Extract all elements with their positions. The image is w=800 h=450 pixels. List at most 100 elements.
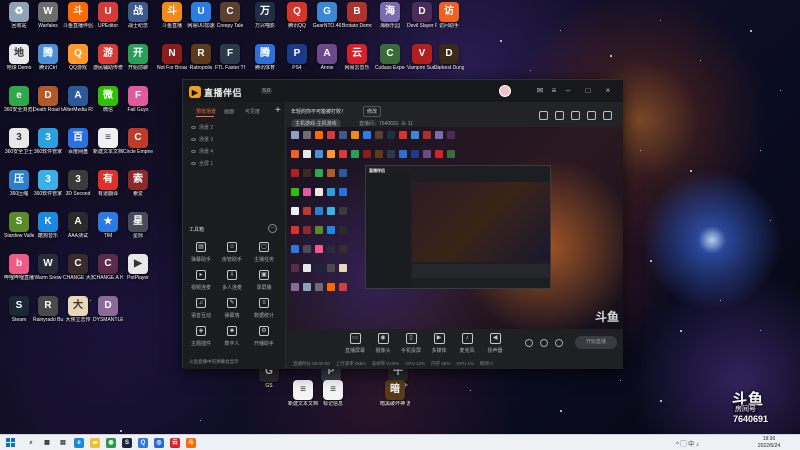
desktop-icon[interactable]: AAlterMedia RSCentral [63, 86, 93, 113]
desktop-icon[interactable]: ≡ 标记信息 [318, 380, 348, 407]
taskbar-app-icon[interactable]: ▦ [42, 438, 52, 448]
eye-icon[interactable] [191, 138, 196, 141]
desktop-icon[interactable]: 星星际 [123, 212, 153, 239]
desktop-icon[interactable]: S Stardew Valley [4, 212, 34, 239]
desktop-icon[interactable]: S Steam [4, 296, 34, 323]
system-tray[interactable]: ^ ▢ 中 ♪ [676, 439, 699, 448]
desktop-icon[interactable]: A Annie [312, 44, 342, 71]
desktop-icon[interactable]: 战战士纪念 [123, 2, 153, 29]
desktop-icon[interactable]: 3 360软件管家 [33, 170, 63, 197]
taskbar-app-icon[interactable]: ◉ [106, 438, 116, 448]
source-button[interactable]: ◀ 扬声器 [483, 333, 507, 354]
desktop-icon[interactable]: e360安全浏览器 [4, 86, 34, 113]
record-icon[interactable] [571, 111, 580, 120]
desktop-icon[interactable]: 大大侠立志传 [63, 296, 93, 323]
scene-item[interactable]: 全屏 1 [191, 159, 279, 169]
toolbox-item[interactable]: ☻ 数字人 [217, 326, 247, 347]
desktop-icon[interactable]: 压 360压缩 [4, 170, 34, 197]
desktop-icon[interactable]: 斗斗鱼直播 [157, 2, 187, 29]
help-icon[interactable] [540, 339, 548, 347]
taskbar-app-icon[interactable]: S [122, 438, 132, 448]
toolbox-item[interactable]: ▢ 主播任务 [249, 242, 279, 263]
desktop-icon[interactable]: G GearNTO.46 [312, 2, 342, 29]
desktop-icon[interactable]: D DYSMANTLE [93, 296, 123, 323]
taskbar-app-icon[interactable]: 斗 [186, 438, 196, 448]
taskbar-app-icon[interactable]: ◎ [154, 438, 164, 448]
skin-icon[interactable]: ✉ [535, 86, 545, 96]
eye-icon[interactable] [191, 162, 196, 165]
start-live-button[interactable]: 开始直播 [575, 336, 617, 349]
desktop-icon[interactable]: B Brotato Demo [342, 2, 372, 29]
toolbox-item[interactable]: ☺ 房管助手 [217, 242, 247, 263]
toolbox-item[interactable]: ⚙ 开播助手 [249, 326, 279, 347]
toolbox-item[interactable]: ♫ 语音互动 [186, 298, 216, 319]
source-button[interactable]: ♪ 麦克风 [455, 333, 479, 354]
windows-start-icon[interactable] [6, 438, 16, 448]
toolbox-item[interactable]: ▤ 弹幕助手 [186, 242, 216, 263]
desktop-icon[interactable]: ♻ 回收站 [4, 2, 34, 29]
desktop-icon[interactable]: 百百度网盘 [63, 128, 93, 155]
app-titlebar[interactable]: ▶ 直播伴侣 5.0 ✉ ≡ – □ × [183, 80, 623, 102]
desktop-icon[interactable]: 3 360软件管家 [33, 128, 63, 155]
tab-preview-scene[interactable]: 预览场景 [196, 108, 216, 115]
toolbox-item[interactable]: ▸ 视频连麦 [186, 270, 216, 291]
desktop-icon[interactable]: 访访问助手 [434, 2, 464, 29]
desktop-icon[interactable]: VVampire Survivors [407, 44, 437, 71]
desktop-icon[interactable]: 微微信 [93, 86, 123, 113]
desktop-icon[interactable]: 索索爱 [123, 170, 153, 197]
desktop-icon[interactable]: DDeath Road to Canada [33, 86, 63, 113]
desktop-icon[interactable]: 腾腾讯Ctrl [33, 44, 63, 71]
desktop-icon[interactable]: C Circle Empire [123, 128, 153, 155]
desktop-icon[interactable]: C Creepy Tale [215, 2, 245, 29]
source-button[interactable]: ▶ 多媒体 [427, 333, 451, 354]
scene-item[interactable]: 场景 2 [191, 123, 279, 133]
scene-item[interactable]: 场景 3 [191, 135, 279, 145]
taskbar-app-icon[interactable]: ▤ [58, 438, 68, 448]
desktop-icon[interactable]: 斗斗鱼直播伴侣 [63, 2, 93, 29]
taskbar-app-icon[interactable]: e [74, 438, 84, 448]
tab-screen[interactable]: 画面 [224, 108, 234, 115]
gift-icon[interactable] [539, 111, 548, 120]
toolbox-item[interactable]: ⇩ 多人连麦 [217, 270, 247, 291]
avatar[interactable] [499, 85, 511, 97]
desktop-icon[interactable]: 开开始前聊 [123, 44, 153, 71]
toolbox-item[interactable]: ◈ 主题插件 [186, 326, 216, 347]
desktop-icon[interactable]: 有有道翻译 [93, 170, 123, 197]
taskbar-app-icon[interactable]: Q [138, 438, 148, 448]
minimize-icon[interactable]: – [563, 86, 573, 96]
desktop-icon[interactable]: W Warm Snow [33, 254, 63, 281]
desktop-icon[interactable]: 海海豚乐园 [375, 2, 405, 29]
desktop-icon[interactable]: ★ TIM [93, 212, 123, 239]
desktop-icon[interactable]: 3 3D Second [63, 170, 93, 197]
edit-title-button[interactable]: 修改 [363, 106, 382, 117]
desktop-icon[interactable]: DDarkest Dungeon [434, 44, 464, 71]
desktop-icon[interactable]: CCutlass Expedition [375, 44, 405, 71]
desktop-icon[interactable]: DDevil Slayer Raksasi [407, 2, 437, 29]
desktop-icon[interactable]: 游游民辅助传奇 [93, 44, 123, 71]
desktop-icon[interactable]: b哔哩哔哩直播姬 [4, 254, 34, 281]
taskbar-app-icon[interactable]: ⌕ [26, 438, 36, 448]
toolbox-item[interactable]: ✎ 弹幕墙 [217, 298, 247, 319]
source-button[interactable]: ◉ 摄像头 [371, 333, 395, 354]
desktop-icon[interactable]: ≡ 新建文本文档 [288, 380, 318, 407]
desktop-icon[interactable]: U UPEditor [93, 2, 123, 29]
heart-icon[interactable] [525, 339, 533, 347]
tab-visibility[interactable]: 可见度 [245, 108, 260, 115]
scene-item[interactable]: 场景 4 [191, 147, 279, 157]
desktop-icon[interactable]: NNot For Broadcast [157, 44, 187, 71]
taskbar-app-icon[interactable]: ▰ [90, 438, 100, 448]
gear-icon[interactable] [555, 339, 563, 347]
desktop-icon[interactable]: W Warfales [33, 2, 63, 29]
desktop-icon[interactable]: F Fall Guys [123, 86, 153, 113]
desktop-icon[interactable]: ▶ PotPlayer [123, 254, 153, 281]
desktop-icon[interactable]: ≡ 新建文本文档 [93, 128, 123, 155]
desktop-icon[interactable]: U 网易UU加速 [186, 2, 216, 29]
source-button[interactable]: ▭ 直播屏幕 [343, 333, 367, 354]
desktop-icon[interactable]: P PS4 [282, 44, 312, 71]
eye-icon[interactable] [191, 126, 196, 129]
desktop-icon[interactable]: RRainyrado Bumpcam [33, 296, 63, 323]
desktop-icon[interactable]: 3 360安全卫士 [4, 128, 34, 155]
add-scene-icon[interactable]: + [275, 105, 281, 116]
toolbox-collapse-icon[interactable]: – [268, 224, 277, 233]
desktop-icon[interactable]: 暗暗黑破坏神 游戏相关 [380, 380, 410, 407]
